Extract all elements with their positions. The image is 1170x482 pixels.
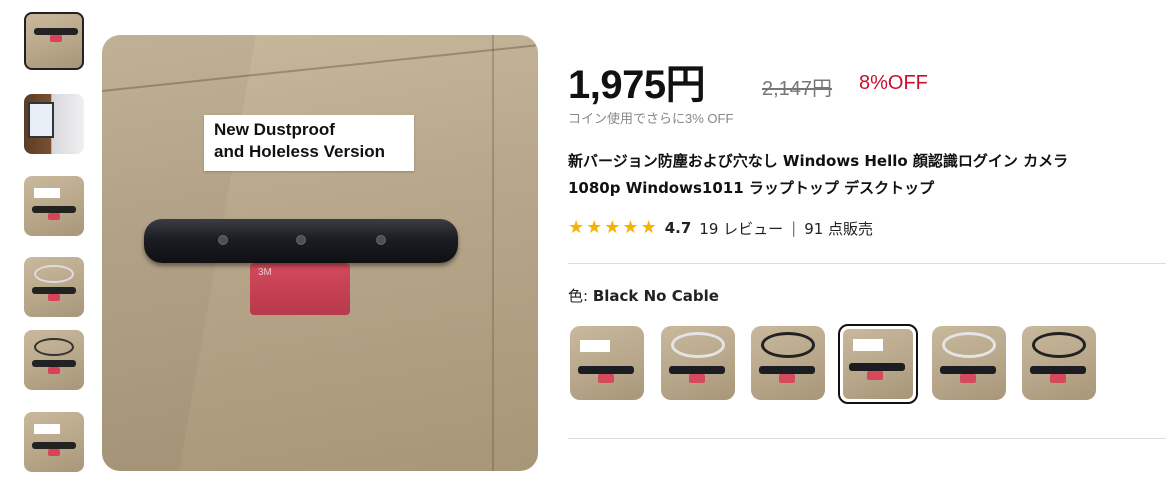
thumbnail-6[interactable]	[24, 412, 84, 472]
thumbnail-pad	[48, 367, 60, 374]
variant-card	[853, 339, 883, 351]
divider	[568, 263, 1166, 264]
variant-option-3[interactable]	[751, 326, 825, 400]
variant-pad	[867, 371, 883, 380]
star-icon: ★	[604, 217, 621, 238]
current-price: 1,975円	[568, 63, 706, 107]
variant-camera	[849, 363, 905, 371]
thumbnail-card	[34, 188, 60, 198]
variant-camera	[940, 366, 996, 374]
rating-value: 4.7	[664, 219, 692, 237]
camera-lens	[296, 235, 306, 245]
thumbnail-pad	[50, 35, 62, 42]
thumbnail-1[interactable]	[24, 12, 84, 70]
variant-pad	[779, 374, 795, 383]
camera-lens	[218, 235, 228, 245]
star-icon: ★	[622, 217, 639, 238]
rating-row: ★ ★ ★ ★ ★ 4.7 19 レビュー | 91 点販売	[568, 217, 873, 239]
star-icon: ★	[640, 217, 657, 238]
variant-cable	[1032, 332, 1086, 358]
image-label-line2: and Holeless Version	[214, 142, 386, 161]
variant-camera	[759, 366, 815, 374]
thumbnail-5[interactable]	[24, 330, 84, 390]
star-rating: ★ ★ ★ ★ ★	[568, 219, 657, 237]
thumbnail-camera	[34, 28, 78, 35]
thumbnail-screen	[28, 102, 54, 138]
selected-color-value: Black No Cable	[592, 287, 719, 305]
variant-camera	[1030, 366, 1086, 374]
camera-lens	[376, 235, 386, 245]
thumbnail-cable	[34, 338, 74, 356]
variant-option-4-selected[interactable]	[838, 324, 918, 404]
variant-pad	[960, 374, 976, 383]
variant-cable	[761, 332, 815, 358]
discount-badge: 8%OFF	[859, 72, 928, 94]
cardboard-seam	[492, 35, 494, 471]
thumbnail-2[interactable]	[24, 94, 84, 154]
separator: |	[791, 219, 797, 237]
image-label-card: New Dustproof and Holeless Version	[204, 115, 414, 171]
thumbnail-4[interactable]	[24, 257, 84, 317]
variant-card	[580, 340, 610, 352]
thumbnail-camera	[32, 206, 76, 213]
thumbnail-3[interactable]	[24, 176, 84, 236]
cardboard-seam	[102, 44, 536, 92]
pad-brand: 3M	[258, 267, 272, 278]
variant-camera	[578, 366, 634, 374]
adhesive-pad: 3M	[250, 263, 350, 315]
variant-cable	[671, 332, 725, 358]
sold-count: 91 点販売	[804, 219, 874, 238]
original-price: 2,147円	[762, 78, 833, 100]
review-count-link[interactable]: 19 レビュー	[699, 218, 783, 239]
divider	[568, 438, 1166, 439]
thumbnail-camera	[32, 287, 76, 294]
variant-camera	[669, 366, 725, 374]
main-product-image[interactable]: New Dustproof and Holeless Version 3M	[102, 35, 538, 471]
image-label-line1: New Dustproof	[214, 120, 335, 139]
thumbnail-cable	[34, 265, 74, 283]
thumbnail-pad	[48, 294, 60, 301]
color-label: 色: Black No Cable	[568, 285, 719, 306]
coin-discount-note: コイン使用でさらに3% OFF	[568, 111, 734, 126]
product-title-line1: 新バージョン防塵および穴なし Windows Hello 顔認識ログイン カメラ	[568, 152, 1069, 170]
product-title: 新バージョン防塵および穴なし Windows Hello 顔認識ログイン カメラ…	[568, 148, 1170, 202]
variant-option-2[interactable]	[661, 326, 735, 400]
variant-cable	[942, 332, 996, 358]
product-title-line2: 1080p Windows1011 ラップトップ デスクトップ	[568, 179, 935, 197]
variant-pad	[1050, 374, 1066, 383]
variant-option-1[interactable]	[570, 326, 644, 400]
thumbnail-camera	[32, 360, 76, 367]
thumbnail-camera	[32, 442, 76, 449]
variant-image	[843, 329, 913, 399]
variant-pad	[598, 374, 614, 383]
variant-pad	[689, 374, 705, 383]
thumbnail-card	[34, 424, 60, 434]
thumbnail-pad	[48, 213, 60, 220]
variant-option-6[interactable]	[1022, 326, 1096, 400]
webcam-body	[144, 219, 458, 263]
star-icon: ★	[586, 217, 603, 238]
star-icon: ★	[568, 217, 585, 238]
color-label-prefix: 色:	[568, 287, 589, 305]
variant-option-5[interactable]	[932, 326, 1006, 400]
thumbnail-pad	[48, 449, 60, 456]
